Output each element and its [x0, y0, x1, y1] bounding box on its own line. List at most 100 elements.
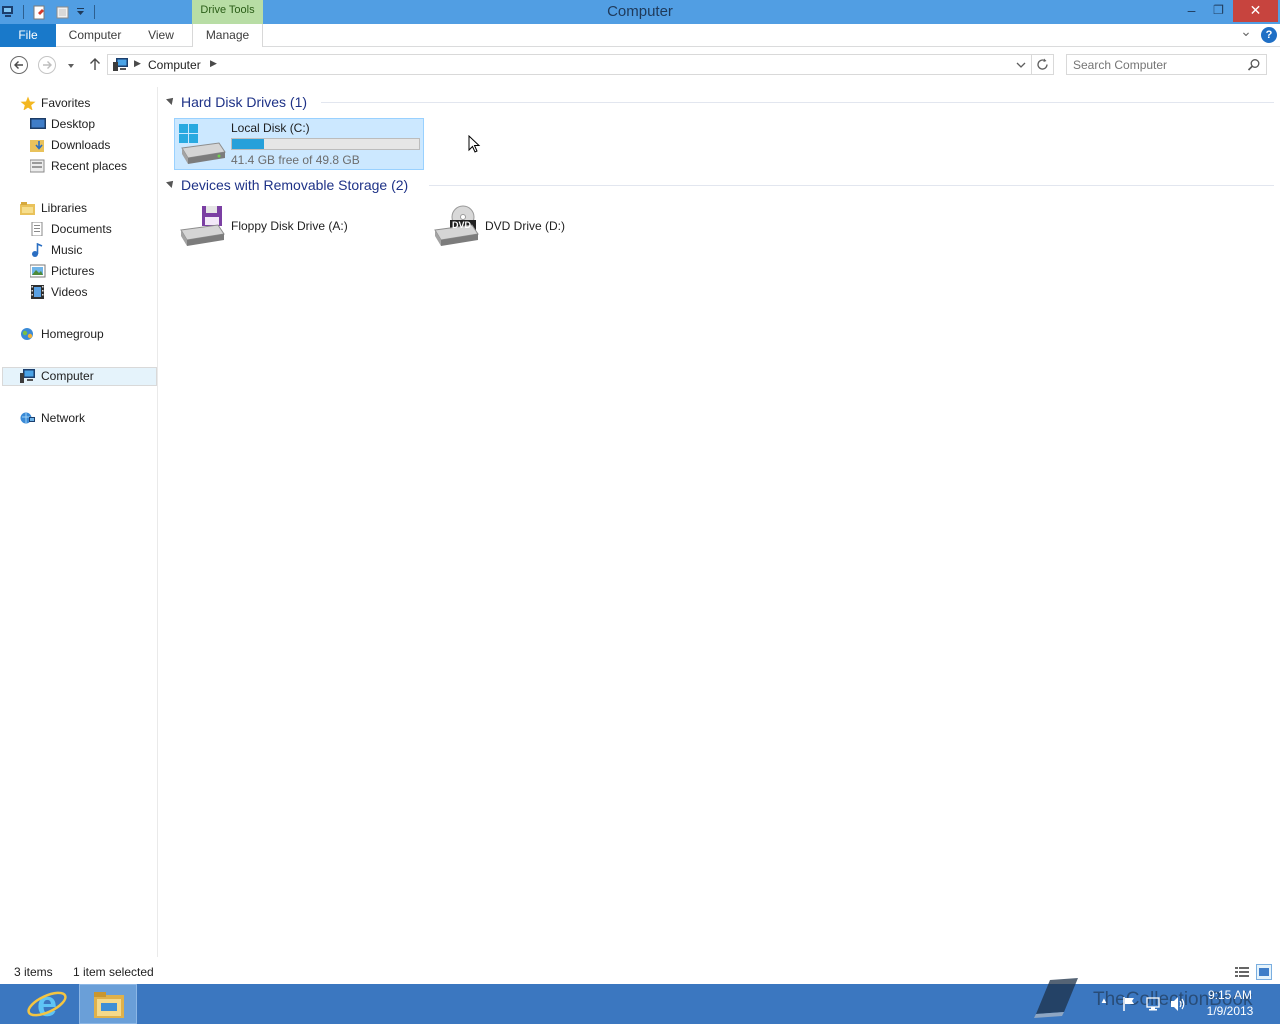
group-header-removable-storage[interactable]: Devices with Removable Storage (2)	[181, 177, 408, 193]
action-center-flag-icon[interactable]	[1122, 996, 1136, 1012]
dvd-label: DVD	[452, 220, 472, 230]
large-icons-view-icon	[1259, 968, 1269, 976]
taskbar: e TheCollectionBook ▲ 9:15 AM 1/9/2013	[0, 978, 1280, 1024]
search-box[interactable]	[1066, 54, 1267, 75]
address-row: ▶ Computer ▶	[0, 47, 1280, 81]
chevron-down-icon	[68, 64, 74, 68]
recent-places-icon	[30, 159, 45, 173]
window-title: Computer	[607, 3, 673, 20]
drive-name: Local Disk (C:)	[231, 121, 310, 135]
tab-file[interactable]: File	[0, 24, 56, 47]
nav-videos[interactable]: Videos	[31, 282, 87, 302]
drive-item-dvd-d[interactable]: DVD DVD Drive (D:)	[428, 201, 678, 253]
nav-documents[interactable]: Documents	[31, 219, 112, 239]
forward-arrow-icon	[43, 61, 52, 69]
drive-item-floppy-a[interactable]: Floppy Disk Drive (A:)	[174, 201, 424, 253]
collapse-group-icon[interactable]	[166, 95, 176, 105]
recent-locations-button[interactable]	[66, 60, 76, 70]
nav-homegroup[interactable]: Homegroup	[21, 324, 104, 344]
nav-desktop[interactable]: Desktop	[30, 114, 95, 134]
collapse-group-icon[interactable]	[166, 178, 176, 188]
nav-downloads[interactable]: Downloads	[30, 135, 110, 155]
back-arrow-icon	[14, 61, 23, 69]
file-explorer-button[interactable]	[79, 984, 137, 1024]
breadcrumb-separator-icon[interactable]: ▶	[134, 58, 141, 69]
group-header-hard-disk-drives[interactable]: Hard Disk Drives (1)	[181, 94, 307, 110]
documents-icon	[31, 222, 43, 236]
mouse-cursor-icon	[468, 135, 481, 153]
computer-icon	[20, 369, 35, 383]
drive-item-local-disk-c[interactable]: Local Disk (C:) 41.4 GB free of 49.8 GB	[174, 118, 424, 170]
pictures-icon	[30, 264, 46, 278]
breadcrumb-separator-icon[interactable]: ▶	[210, 58, 217, 69]
network-icon	[20, 412, 35, 424]
file-explorer-icon	[94, 992, 124, 1018]
star-icon	[20, 96, 36, 110]
group-divider	[429, 185, 1274, 186]
selection-count: 1 item selected	[73, 965, 154, 979]
clock[interactable]: 9:15 AM 1/9/2013	[1198, 987, 1262, 1019]
item-count: 3 items	[14, 965, 53, 979]
internet-explorer-icon: e	[27, 983, 67, 1024]
search-icon[interactable]	[1247, 58, 1261, 72]
tab-computer[interactable]: Computer	[60, 24, 130, 47]
internet-explorer-button[interactable]: e	[22, 983, 72, 1024]
breadcrumb-computer[interactable]: Computer	[148, 58, 201, 72]
help-button[interactable]: ?	[1261, 27, 1277, 43]
homegroup-icon	[21, 328, 33, 340]
restore-button[interactable]: ❐	[1205, 0, 1232, 22]
music-icon	[32, 243, 43, 257]
local-disk-icon	[179, 124, 226, 164]
title-bar: Drive Tools Computer – ❐ ✕	[0, 0, 1280, 24]
content-pane: Hard Disk Drives (1) Local Disk (C:) 41.…	[159, 87, 1280, 957]
drive-free-space: 41.4 GB free of 49.8 GB	[231, 153, 360, 167]
chevron-down-icon	[1016, 62, 1026, 68]
drive-name: Floppy Disk Drive (A:)	[231, 219, 348, 233]
drive-usage-bar	[231, 138, 420, 150]
refresh-icon	[1037, 58, 1048, 70]
nav-music[interactable]: Music	[32, 240, 82, 260]
help-icon: ?	[1265, 29, 1273, 41]
floppy-disk-icon	[180, 206, 225, 246]
libraries-icon	[20, 202, 35, 215]
tab-view[interactable]: View	[138, 24, 184, 47]
downloads-icon	[30, 140, 44, 152]
up-arrow-icon	[90, 58, 100, 70]
videos-icon	[31, 285, 44, 299]
address-history-button[interactable]	[1012, 55, 1030, 74]
status-bar: 3 items 1 item selected	[0, 963, 1280, 983]
desktop-icon	[30, 118, 46, 129]
nav-pictures[interactable]: Pictures	[30, 261, 94, 281]
volume-icon[interactable]	[1170, 996, 1186, 1012]
tab-manage[interactable]: Manage	[192, 24, 263, 47]
nav-recent-places[interactable]: Recent places	[30, 156, 127, 176]
large-icons-view-button[interactable]	[1256, 964, 1272, 980]
minimize-button[interactable]: –	[1178, 0, 1205, 22]
drive-usage-fill	[232, 139, 264, 149]
up-button[interactable]	[87, 56, 103, 72]
show-hidden-icons-icon[interactable]: ▲	[1100, 996, 1108, 1005]
computer-icon	[113, 58, 128, 71]
navigation-pane: Favorites Desktop Downloads Recent place…	[0, 87, 158, 957]
group-divider	[321, 102, 1274, 103]
refresh-button[interactable]	[1031, 55, 1054, 74]
nav-computer[interactable]: Computer	[20, 366, 94, 386]
svg-text:e: e	[37, 986, 57, 1022]
search-input[interactable]	[1073, 57, 1243, 72]
details-view-button[interactable]	[1234, 964, 1250, 980]
book-logo-icon	[1034, 978, 1078, 1018]
nav-libraries[interactable]: Libraries	[20, 198, 87, 218]
back-button[interactable]	[10, 56, 28, 74]
close-button[interactable]: ✕	[1233, 0, 1278, 22]
forward-button[interactable]	[38, 56, 56, 74]
expand-ribbon-icon[interactable]: ⌄	[1236, 20, 1256, 43]
drive-name: DVD Drive (D:)	[485, 219, 565, 233]
details-view-icon	[1235, 967, 1249, 977]
nav-favorites[interactable]: Favorites	[20, 93, 90, 113]
network-status-icon[interactable]	[1146, 996, 1162, 1012]
clock-date: 1/9/2013	[1206, 1004, 1254, 1018]
clock-time: 9:15 AM	[1207, 988, 1253, 1002]
nav-network[interactable]: Network	[20, 408, 85, 428]
ribbon-tabs: File Computer View Manage ⌄ ?	[0, 23, 1280, 47]
address-bar[interactable]: ▶ Computer ▶	[107, 54, 1054, 75]
